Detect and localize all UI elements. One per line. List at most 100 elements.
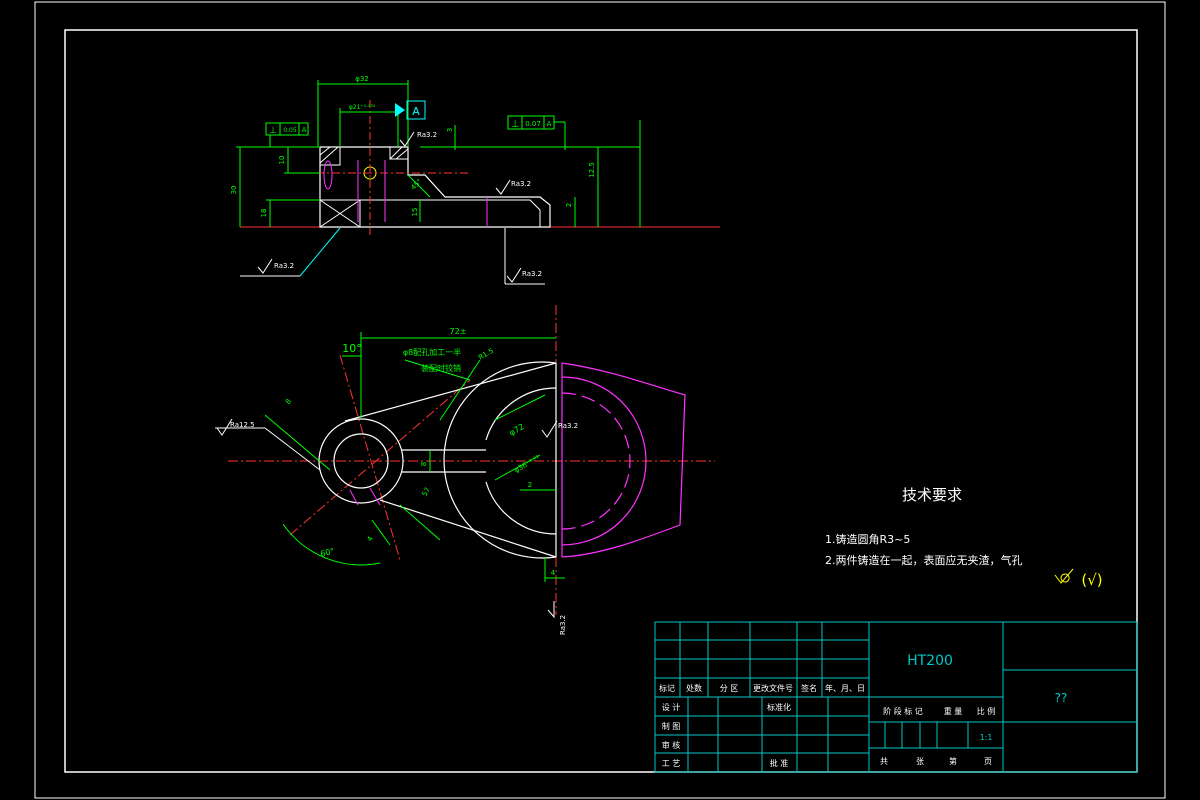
roughness-front-symbol-3 <box>547 601 555 619</box>
roughness-front-leader-1 <box>264 427 321 471</box>
tb-sheet-unit: 张 <box>916 757 924 766</box>
tech-item-1: 1.铸造圆角R3~5 <box>825 532 910 546</box>
tol-left-datum: A <box>302 126 307 134</box>
hatch-1 <box>319 146 331 156</box>
tb-label-change-doc: 更改文件号 <box>753 683 793 693</box>
roughness-front-3: Ra3.2 <box>547 601 567 635</box>
tb-sheet-page: 页 <box>984 757 992 766</box>
tb-label-draw: 制 图 <box>662 721 681 731</box>
dim-text-30: 30 <box>230 186 238 195</box>
roughness-leader-3 <box>299 227 341 277</box>
roughness-front-symbol-2 <box>541 420 558 438</box>
roughness-front-1: Ra12.5 <box>215 418 321 471</box>
roughness-top-3: Ra3.2 <box>240 227 341 277</box>
roughness-symbol-1 <box>399 131 415 147</box>
roughness-front-text-1: Ra12.5 <box>230 421 255 429</box>
tb-label-count: 处数 <box>686 683 702 693</box>
dim-text-note-1: φ8配孔加工一半 <box>403 347 461 357</box>
roughness-front-text-2: Ra3.2 <box>558 422 578 430</box>
tolerance-right: ⊥ 0.07 A <box>507 115 565 130</box>
tb-material: HT200 <box>907 653 953 669</box>
tb-sheet-total: 共 <box>880 757 888 766</box>
dim-text-60deg: 60° <box>319 546 335 558</box>
tech-item-2: 2.两件铸造在一起，表面应无夹渣，气孔 <box>825 553 1023 567</box>
technical-requirements: 技术要求 1.铸造圆角R3~5 2.两件铸造在一起，表面应无夹渣，气孔 (√) <box>825 486 1103 589</box>
tb-scale-label: 比 例 <box>977 706 996 716</box>
roughness-text-1: Ra3.2 <box>417 131 437 139</box>
roughness-top-4: Ra3.2 <box>504 228 545 285</box>
tb-label-mark: 标记 <box>659 683 675 693</box>
dim-text-15: 15 <box>411 208 419 217</box>
tb-label-date: 年、月、日 <box>825 683 865 693</box>
tol-right-symbol: ⊥ <box>511 119 520 130</box>
tol-right-datum: A <box>547 120 552 128</box>
hidden-hole-2 <box>369 487 381 506</box>
front-view-centerline-diag2 <box>289 379 471 536</box>
tb-label-approve: 批 准 <box>770 758 789 768</box>
dim-text-72: 72± <box>450 327 467 336</box>
tb-label-design: 设 计 <box>662 702 681 712</box>
tolerance-left: ⊥ 0.05 A <box>265 122 309 136</box>
tech-title: 技术要求 <box>902 486 962 504</box>
roughness-text-3: Ra3.2 <box>274 262 294 270</box>
dim-text-r36: φ36⁺⁰·⁰³ <box>513 454 541 475</box>
tb-scale-value: 1:1 <box>980 733 993 742</box>
roughness-front-text-3: Ra3.2 <box>559 615 567 635</box>
roughness-general-text: (√) <box>1081 571 1102 589</box>
roughness-front-2: Ra3.2 <box>541 420 578 438</box>
inner-border <box>64 29 1138 773</box>
tb-weight: 重 量 <box>944 706 963 716</box>
tb-stage-mark: 阶 段 标 记 <box>883 706 923 716</box>
roughness-symbol-4 <box>506 267 522 283</box>
hatch-3 <box>389 146 403 160</box>
dim-text-note-2: 装配时铰销 <box>421 363 461 373</box>
dim-text-10: 10 <box>278 156 286 165</box>
dim-8-line <box>264 414 331 471</box>
dim-60-arc <box>282 523 381 566</box>
dim-text-r72: φ72 <box>508 422 526 438</box>
tb-sheet-num: 第 <box>949 756 957 766</box>
dim-72-dia <box>494 394 546 421</box>
hatch-2 <box>319 146 339 164</box>
tb-label-sign: 签名 <box>801 683 817 693</box>
tol-right-value: 0.07 <box>525 120 541 128</box>
dim-57-line <box>399 504 441 541</box>
arm-lower <box>379 499 557 558</box>
roughness-top-2: Ra3.2 <box>495 179 531 195</box>
dim-text-18: 18 <box>260 209 268 218</box>
dim-text-57: 57 <box>421 486 432 498</box>
dim-text-8: 8 <box>284 397 293 406</box>
title-block: 标记 处数 分 区 更改文件号 签名 年、月、日 设 计 制 图 审 核 工 艺… <box>654 621 1138 773</box>
dim-text-3: 3 <box>446 128 454 132</box>
dim-text-2: 2 <box>565 203 573 207</box>
dim-text-21: φ21⁺⁰·⁰³³ <box>349 104 376 111</box>
top-view-web <box>360 199 541 227</box>
top-view-right-hatch <box>389 146 409 160</box>
tb-label-zone: 分 区 <box>720 684 739 693</box>
tb-label-process: 工 艺 <box>662 759 681 768</box>
roughness-general-icon <box>1054 568 1074 584</box>
dim-text-2: 2 <box>528 481 532 489</box>
tol-left-symbol: ⊥ <box>269 126 277 136</box>
dim-text-r15: R1.5 <box>477 347 495 362</box>
roughness-top-1: Ra3.2 <box>399 131 437 147</box>
dim-text-bottom-4: 4 <box>551 569 556 577</box>
roughness-text-4: Ra3.2 <box>522 270 542 278</box>
datum-label: A <box>412 105 420 118</box>
dim-4-line <box>371 519 391 546</box>
cad-drawing: A ⊥ 0.05 A ⊥ 0.07 A φ32 φ21⁺⁰·⁰³³ 30 10 … <box>34 1 1166 799</box>
dim-text-8b: 8 <box>420 462 428 466</box>
tb-label-standardize: 标准化 <box>767 702 791 712</box>
roughness-symbol-3 <box>257 258 273 274</box>
tb-label-review: 审 核 <box>662 740 681 750</box>
dim-text-125: 12.5 <box>588 162 596 178</box>
top-view: A ⊥ 0.05 A ⊥ 0.07 A φ32 φ21⁺⁰·⁰³³ 30 10 … <box>230 75 720 285</box>
datum-triangle <box>395 103 405 117</box>
outer-border <box>34 1 1166 799</box>
dim-text-10deg: 10° <box>342 342 362 355</box>
roughness-symbol-2 <box>495 179 511 195</box>
dim-text-4: 4 <box>366 535 375 543</box>
front-view: 72± 10° φ8配孔加工一半 装配时铰销 R1.5 φ72 φ36⁺⁰·⁰³… <box>215 305 715 635</box>
dim-text-chamfer: 45° <box>409 177 423 191</box>
tb-drawing-name: ?? <box>1055 691 1068 705</box>
